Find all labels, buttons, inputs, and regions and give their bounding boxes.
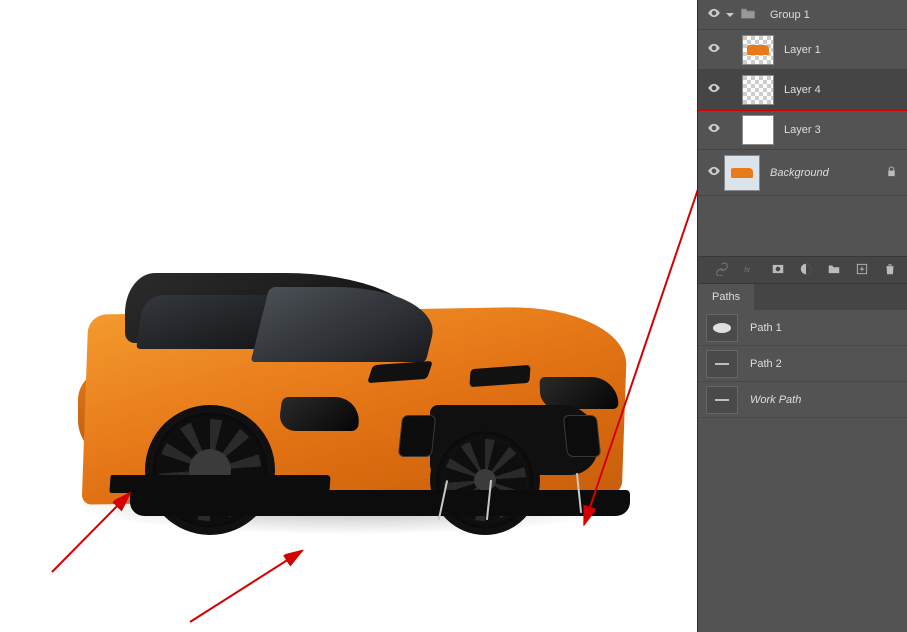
svg-text:fx: fx (744, 264, 751, 273)
visibility-toggle[interactable] (704, 164, 724, 181)
layer-thumbnail[interactable] (742, 75, 774, 105)
layer-background-row[interactable]: Background (698, 150, 907, 196)
link-layers-icon[interactable] (715, 262, 729, 279)
paths-panel: Path 1 Path 2 Work Path (698, 310, 907, 632)
adjustment-icon[interactable] (799, 262, 813, 279)
path-row[interactable]: Path 1 (698, 310, 907, 346)
path-name: Path 2 (750, 358, 782, 370)
layer-row[interactable]: Layer 1 (698, 30, 907, 70)
folder-icon (740, 6, 756, 23)
layers-footer-toolbar: fx (698, 256, 907, 284)
path-row[interactable]: Path 2 (698, 346, 907, 382)
layer-name: Layer 3 (784, 124, 821, 136)
visibility-toggle[interactable] (704, 6, 724, 23)
app-root: Group 1 Layer 1 Layer 4 (0, 0, 907, 632)
path-thumbnail[interactable] (706, 386, 738, 414)
layers-empty-area[interactable] (698, 196, 907, 256)
canvas[interactable] (0, 0, 697, 632)
layer-thumbnail[interactable] (742, 35, 774, 65)
tab-label: Paths (712, 291, 740, 303)
eye-icon (707, 81, 721, 98)
layer-thumbnail[interactable] (742, 115, 774, 145)
eye-icon (707, 164, 721, 181)
layer-row-selected[interactable]: Layer 4 (698, 70, 907, 110)
layer-name: Layer 1 (784, 44, 821, 56)
path-name: Path 1 (750, 322, 782, 334)
layer-name: Background (770, 167, 829, 179)
layer-group-row[interactable]: Group 1 (698, 0, 907, 30)
trash-icon[interactable] (883, 262, 897, 279)
tab-paths[interactable]: Paths (698, 284, 754, 310)
mask-icon[interactable] (771, 262, 785, 279)
path-row[interactable]: Work Path (698, 382, 907, 418)
eye-icon (707, 41, 721, 58)
right-panel: Group 1 Layer 1 Layer 4 (697, 0, 907, 632)
group-name: Group 1 (770, 9, 810, 21)
folder-icon[interactable] (827, 262, 841, 279)
expand-toggle[interactable] (724, 10, 736, 20)
visibility-toggle[interactable] (704, 121, 724, 138)
paths-tab-bar: Paths (698, 284, 907, 310)
layers-panel: Group 1 Layer 1 Layer 4 (698, 0, 907, 256)
path-name: Work Path (750, 394, 801, 406)
visibility-toggle[interactable] (704, 81, 724, 98)
layer-thumbnail[interactable] (724, 155, 760, 191)
path-thumbnail[interactable] (706, 314, 738, 342)
annotation-arrow (0, 0, 697, 632)
eye-icon (707, 6, 721, 23)
path-thumbnail[interactable] (706, 350, 738, 378)
new-layer-icon[interactable] (855, 262, 869, 279)
eye-icon (707, 121, 721, 138)
visibility-toggle[interactable] (704, 41, 724, 58)
lock-icon[interactable] (886, 166, 897, 180)
fx-icon[interactable]: fx (743, 262, 757, 279)
layer-name: Layer 4 (784, 84, 821, 96)
layer-row[interactable]: Layer 3 (698, 110, 907, 150)
